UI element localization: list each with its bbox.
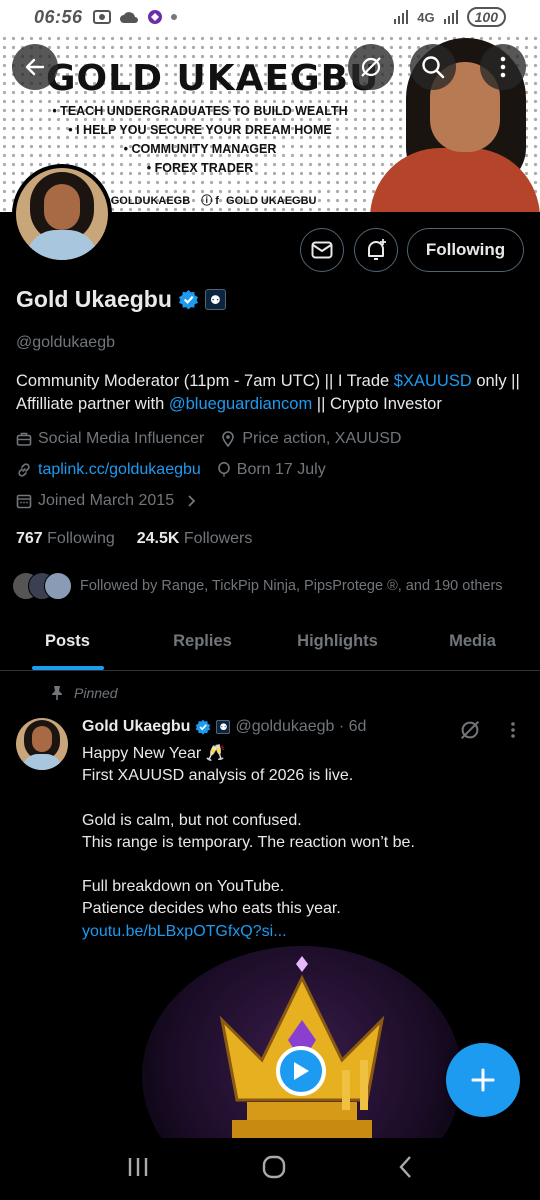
pin-icon <box>52 686 62 700</box>
screenshot-icon <box>92 10 111 24</box>
link-icon <box>18 463 30 477</box>
briefcase-icon <box>16 432 32 446</box>
post-more-button[interactable] <box>510 721 516 744</box>
follow-stats: 767 Following 24.5K Followers <box>16 530 252 548</box>
followed-by-row[interactable]: Followed by Range, TickPip Ninja, PipsPr… <box>12 572 503 600</box>
chevron-right-icon <box>188 495 196 507</box>
profile-website-row: taplink.cc/goldukaegbu Born 17 July <box>16 461 326 479</box>
verified-badge-icon <box>178 289 198 310</box>
play-icon <box>294 1062 309 1080</box>
post-video-thumbnail[interactable] <box>82 946 524 1138</box>
profile-location: Price action, XAUUSD <box>242 430 402 447</box>
profile-avatar[interactable] <box>12 164 112 264</box>
grok-button[interactable] <box>348 44 394 90</box>
location-pin-icon <box>222 431 235 447</box>
tab-replies[interactable]: Replies <box>135 618 270 670</box>
tab-highlights[interactable]: Highlights <box>270 618 405 670</box>
status-time: 06:56 <box>34 6 83 27</box>
profile-bio: Community Moderator (11pm - 7am UTC) || … <box>16 372 520 413</box>
following-count-link[interactable]: 767 Following <box>16 530 115 548</box>
profile-category: Social Media Influencer Price action, XA… <box>16 430 401 448</box>
cell-signal-icon <box>443 10 458 24</box>
follower-avatars <box>12 572 72 600</box>
banner-social-ig-fb: GOLD UKAEGBU <box>226 195 317 207</box>
profile-joined-row[interactable]: Joined March 2015 <box>16 492 196 510</box>
profile-handle: @goldukaegb <box>16 334 115 351</box>
affiliate-badge-icon[interactable]: ⚉ <box>204 289 226 310</box>
search-button[interactable] <box>410 44 456 90</box>
compose-post-button[interactable] <box>446 1043 520 1117</box>
arrow-left-icon <box>25 58 45 76</box>
bell-plus-icon <box>368 239 386 260</box>
play-button[interactable] <box>276 1046 326 1096</box>
notifications-subscribe-button[interactable] <box>354 228 398 272</box>
profile-tabs: Posts Replies Highlights Media <box>0 618 540 671</box>
cashtag-link[interactable]: $XAUUSD <box>394 372 472 390</box>
post-text: Happy New Year 🥂 First XAUUSD analysis o… <box>82 743 522 943</box>
banner-bullets: • TEACH UNDERGRADUATES TO BUILD WEALTH •… <box>50 102 350 178</box>
home-icon <box>262 1155 286 1178</box>
plus-icon <box>471 1068 495 1092</box>
banner-bullet: • FOREX TRADER <box>146 161 254 175</box>
mention-link[interactable]: @blueguardiancom <box>169 395 312 413</box>
post-handle-time: @goldukaegb · 6d <box>235 718 367 735</box>
crown-graphic <box>219 956 385 1138</box>
pinned-label: Pinned <box>74 685 118 701</box>
more-vertical-icon <box>511 722 515 738</box>
battery-indicator: 100 <box>466 7 506 27</box>
grok-icon <box>361 57 381 77</box>
banner-bullet: • COMMUNITY MANAGER <box>123 142 277 156</box>
profile-website-link[interactable]: taplink.cc/goldukaegbu <box>38 461 201 479</box>
profile-birthday: Born 17 July <box>236 461 326 478</box>
banner-bullet: • TEACH UNDERGRADUATES TO BUILD WEALTH <box>52 104 348 118</box>
recent-apps-button[interactable] <box>126 1156 150 1183</box>
system-navigation-bar <box>0 1138 540 1200</box>
banner-socials: @GOLDUKAEGB ⓘ f GOLD UKAEGBU <box>100 192 316 208</box>
post-author-avatar[interactable] <box>16 718 68 770</box>
more-notifications-dot <box>170 14 177 20</box>
instagram-facebook-icon: ⓘ f <box>201 195 219 207</box>
followers-count-link[interactable]: 24.5K Followers <box>137 530 253 548</box>
post-header: Gold Ukaegbu ⚉ @goldukaegb · 6d <box>82 718 366 736</box>
profile-joined: Joined March 2015 <box>38 492 175 509</box>
pinned-label-row: Pinned <box>50 685 118 701</box>
message-button[interactable] <box>300 228 344 272</box>
post-author-name[interactable]: Gold Ukaegbu <box>82 718 190 736</box>
avatar <box>44 572 72 600</box>
more-vertical-icon <box>500 56 506 78</box>
banner-bullet: • I HELP YOU SECURE YOUR DREAM HOME <box>68 123 332 137</box>
affiliate-badge-icon: ⚉ <box>216 720 231 734</box>
home-button[interactable] <box>261 1154 287 1185</box>
chevron-left-icon <box>399 1155 412 1178</box>
tab-media[interactable]: Media <box>405 618 540 670</box>
app-notification-icon <box>147 10 162 24</box>
more-options-button[interactable] <box>480 44 526 90</box>
search-icon <box>422 56 445 79</box>
banner-title: GOLD UKAEGBU <box>46 58 380 99</box>
back-button[interactable] <box>12 44 58 90</box>
network-type: 4G <box>417 9 435 25</box>
balloon-icon <box>217 462 230 477</box>
calendar-icon <box>16 494 32 509</box>
wifi-signal-icon <box>394 10 409 24</box>
tab-posts[interactable]: Posts <box>0 618 135 670</box>
status-bar: 06:56 4G 100 <box>0 0 540 34</box>
envelope-icon <box>311 241 333 259</box>
system-back-button[interactable] <box>398 1155 414 1184</box>
profile-name: Gold Ukaegbu <box>16 286 172 312</box>
grok-icon <box>460 720 480 740</box>
active-tab-indicator <box>31 666 104 670</box>
following-button[interactable]: Following <box>407 228 524 272</box>
recents-icon <box>128 1157 147 1176</box>
banner-social-x: @GOLDUKAEGB <box>100 195 191 207</box>
cloud-icon <box>119 12 138 23</box>
followed-by-text: Followed by Range, TickPip Ninja, PipsPr… <box>80 578 503 594</box>
post-youtube-link[interactable]: youtu.be/bLBxpOTGfxQ?si... <box>82 921 522 943</box>
profile-name-row: Gold Ukaegbu ⚉ <box>16 286 226 313</box>
verified-badge-icon <box>196 719 211 735</box>
